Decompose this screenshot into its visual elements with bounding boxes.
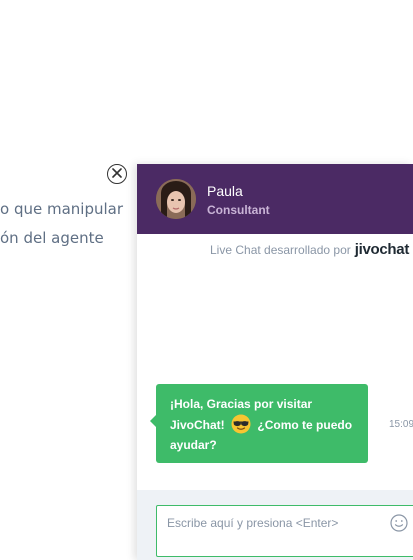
powered-by-text: Live Chat desarrollado por [210,243,351,257]
powered-by[interactable]: Live Chat desarrollado por jivochat [210,241,409,258]
close-chat-button[interactable] [107,164,127,184]
jivochat-logo: jivochat [354,241,410,258]
chat-header: Paula Consultant [137,164,413,234]
chat-widget: Paula Consultant Live Chat desarrollado … [137,164,413,560]
input-area [137,490,413,560]
page-text-line-1: o que manipular [0,200,124,218]
close-icon [112,165,122,183]
agent-name: Paula [207,183,243,199]
sunglasses-emoji-icon [231,414,251,434]
agent-message-bubble: ¡Hola, Gracias por visitar JivoChat! ¿Co… [150,384,368,463]
avatar [156,179,196,219]
message-time: 15:09 [389,419,413,430]
message-input-box [156,505,413,557]
smiley-icon[interactable] [390,514,408,532]
message-input[interactable] [157,506,377,556]
agent-role: Consultant [207,203,270,217]
page-text-line-2: ón del agente [0,229,104,247]
